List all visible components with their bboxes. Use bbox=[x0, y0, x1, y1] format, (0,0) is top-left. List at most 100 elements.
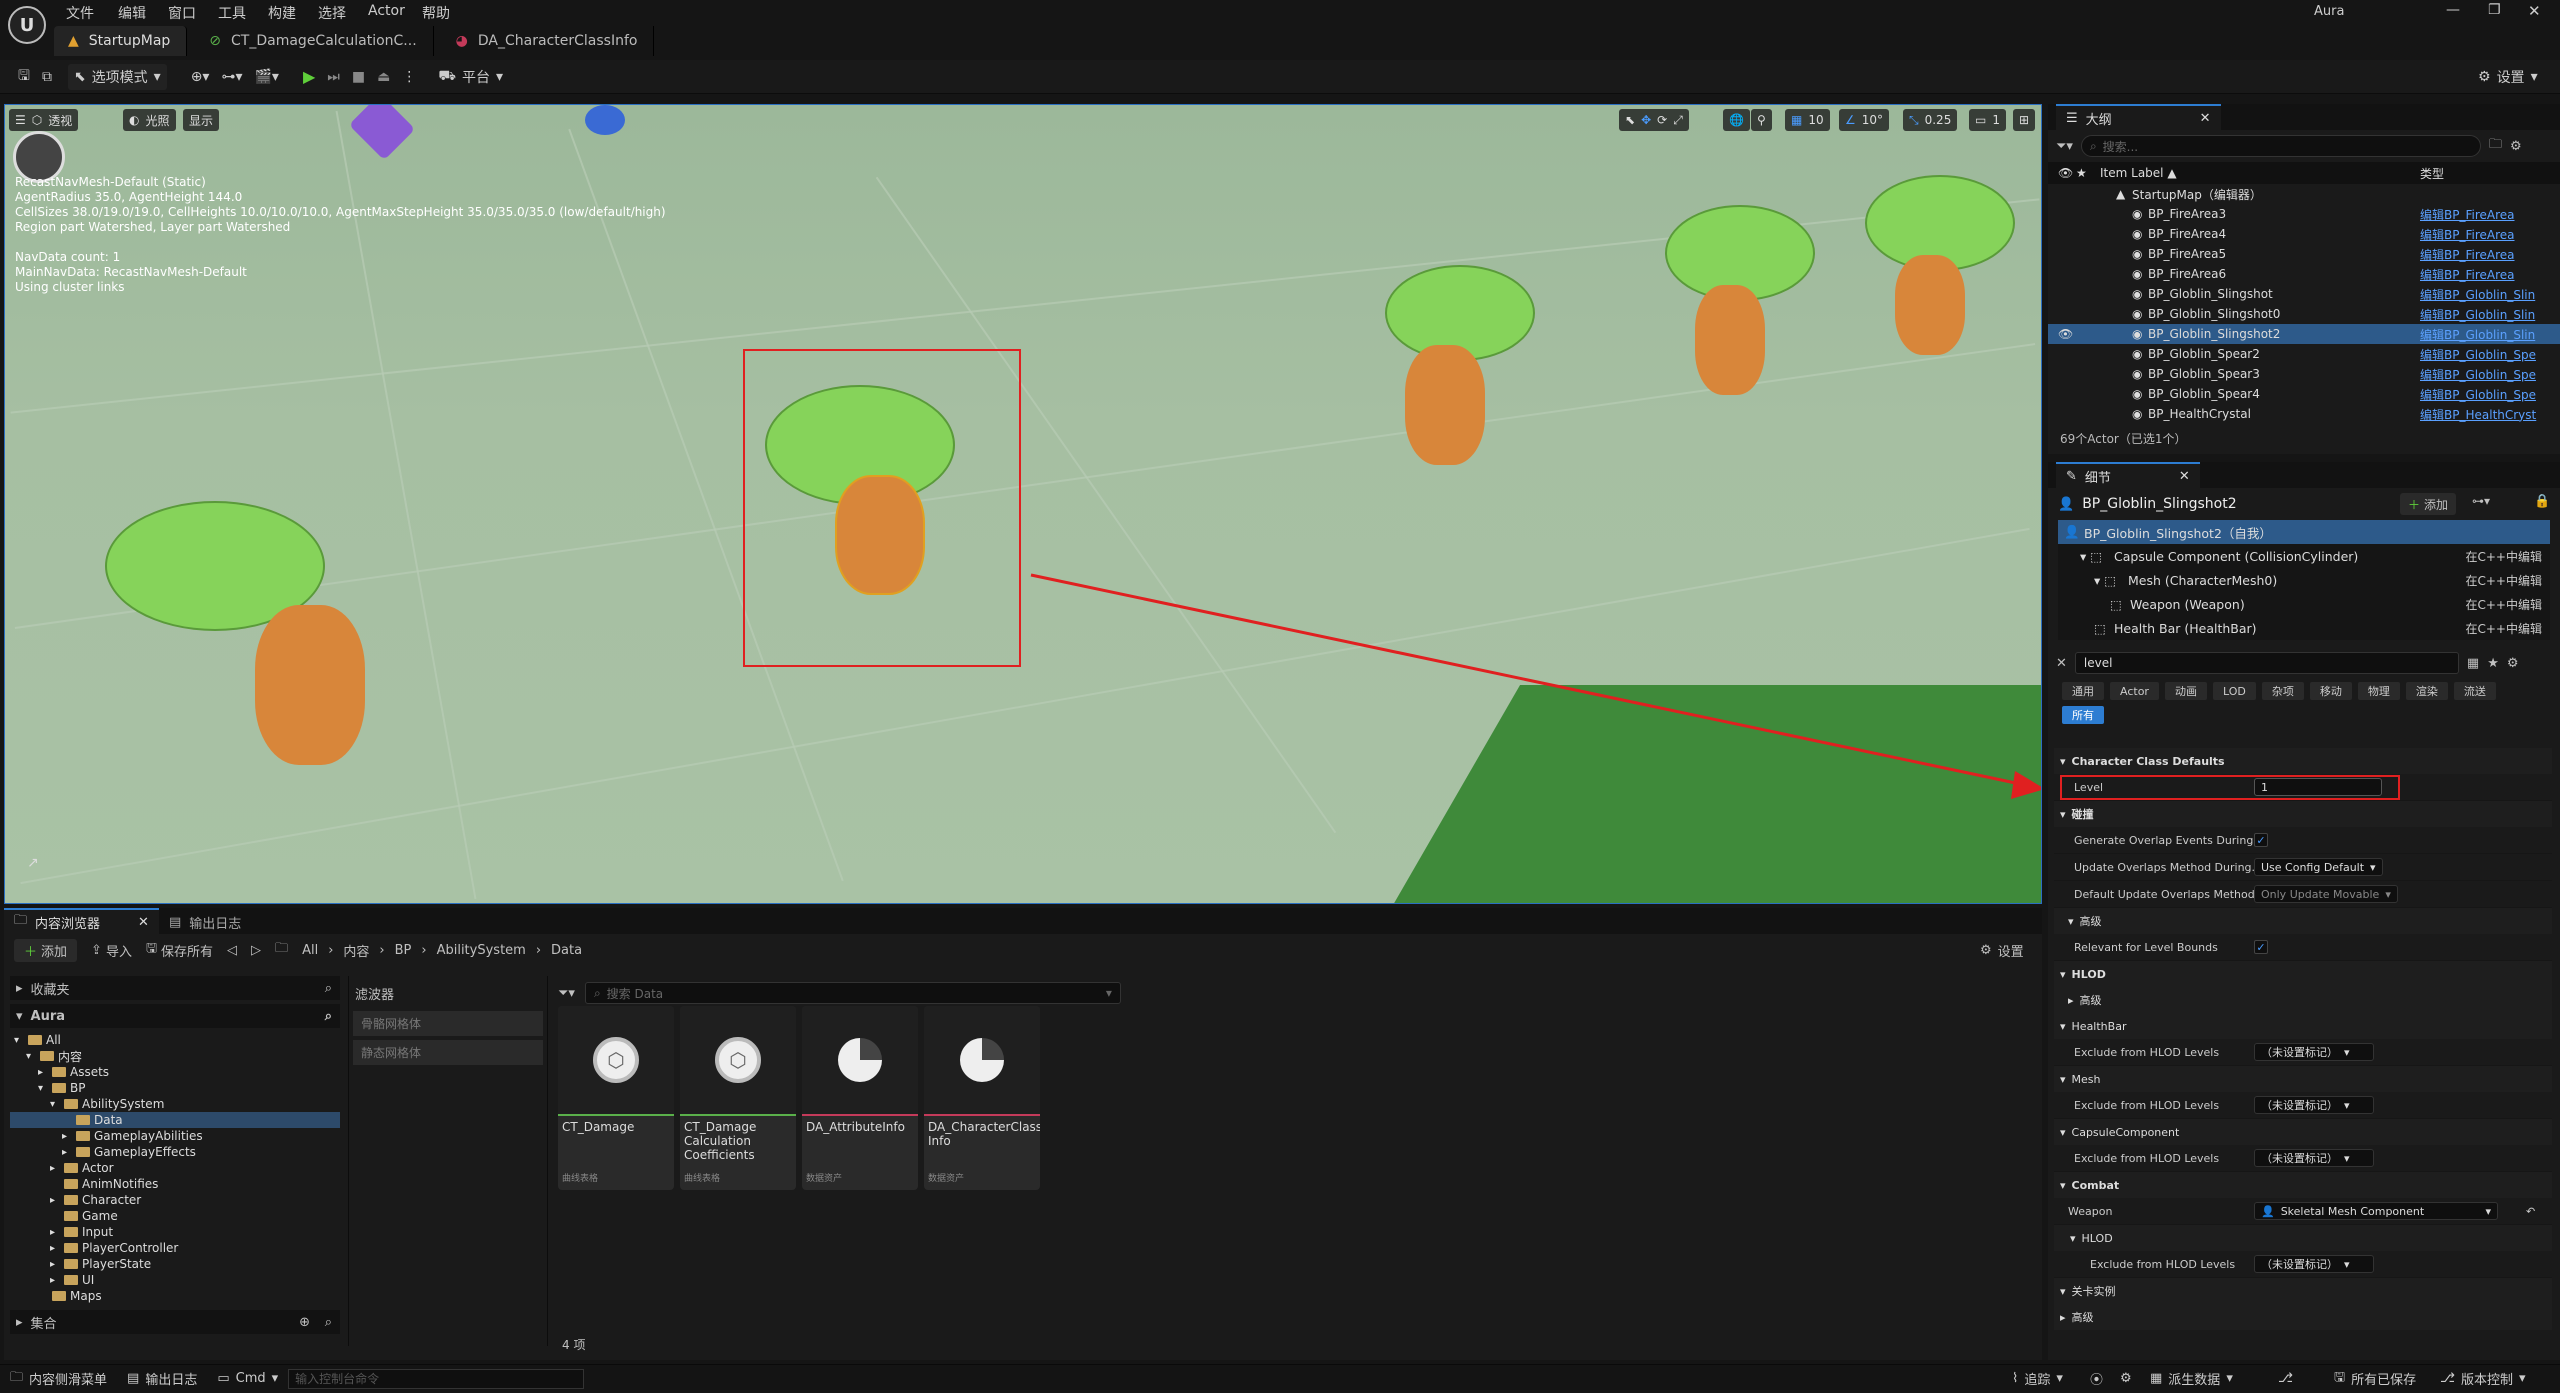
expand-icon[interactable]: ▸ bbox=[50, 1259, 60, 1270]
tree-folder[interactable]: Maps bbox=[10, 1288, 340, 1304]
history-back-icon[interactable]: ◁ bbox=[227, 943, 237, 958]
import-button[interactable]: ⇪ 导入 bbox=[91, 941, 132, 960]
outliner-root[interactable]: ▲ StartupMap（编辑器） bbox=[2048, 184, 2560, 204]
version-control-button[interactable]: ⎇ 版本控制 ▾ bbox=[2430, 1365, 2536, 1393]
expand-icon[interactable]: ▸ bbox=[62, 1131, 72, 1142]
component-row[interactable]: ▾ ⬚ Capsule Component (CollisionCylinder)… bbox=[2058, 544, 2550, 568]
outliner-search[interactable]: ⌕ 搜索... bbox=[2080, 135, 2481, 157]
asset-tile[interactable]: ⬡ CT_Damage Calculation Coefficients 曲线表格 bbox=[680, 1006, 796, 1190]
expand-icon[interactable]: ▾ bbox=[50, 1099, 60, 1110]
filter-button[interactable]: 物理 bbox=[2357, 682, 2400, 700]
cinematics-icon[interactable]: 🎬▾ bbox=[249, 64, 285, 90]
gear-icon[interactable]: ⚙ bbox=[2510, 139, 2522, 154]
source-control-icon[interactable]: ⎇ bbox=[2268, 1365, 2303, 1393]
outliner-row[interactable]: ◉ BP_Globlin_Spear3 编辑BP_Globlin_Spe bbox=[2048, 364, 2560, 384]
relevant-bounds-checkbox[interactable]: ✓ bbox=[2254, 940, 2268, 954]
section-combat[interactable]: ▾ Combat bbox=[2054, 1172, 2552, 1198]
filter-icon[interactable]: ⏷▾ bbox=[558, 986, 575, 1001]
asset-tile[interactable]: ⬡ CT_Damage 曲线表格 bbox=[558, 1006, 674, 1190]
close-icon[interactable]: ✕ bbox=[2200, 111, 2211, 126]
filter-button[interactable]: 所有 bbox=[2062, 706, 2104, 724]
tree-folder[interactable]: AnimNotifies bbox=[10, 1176, 340, 1192]
star-icon[interactable]: ★ bbox=[2487, 656, 2499, 671]
filter-button[interactable]: 流送 bbox=[2453, 682, 2496, 700]
cmd-dropdown[interactable]: ▭ Cmd ▾ bbox=[207, 1365, 288, 1393]
menu-help[interactable]: 帮助 bbox=[422, 3, 450, 23]
save-icon[interactable]: 🖫 bbox=[12, 64, 36, 90]
asset-search[interactable]: ⌕ 搜索 Data ▾ bbox=[584, 982, 1121, 1004]
save-all-button[interactable]: 🖫 保存所有 bbox=[146, 939, 213, 961]
row-type-link[interactable]: 编辑BP_FireArea bbox=[2420, 226, 2540, 243]
close-icon[interactable]: ✕ bbox=[138, 915, 149, 930]
tab-curve-table[interactable]: ⊘ CT_DamageCalculationC... bbox=[187, 26, 434, 56]
tree-folder[interactable]: ▸ Character bbox=[10, 1192, 340, 1208]
expand-icon[interactable]: ▾ bbox=[38, 1083, 48, 1094]
row-type-link[interactable]: 编辑BP_FireArea bbox=[2420, 206, 2540, 223]
filter-button[interactable]: 通用 bbox=[2062, 682, 2104, 700]
filter-skeletal-mesh[interactable]: 骨骼网格体 bbox=[353, 1011, 543, 1036]
exclude-hlod-dropdown[interactable]: （未设置标记） ▾ bbox=[2254, 1149, 2374, 1167]
stop-icon[interactable]: ■ bbox=[346, 64, 371, 90]
breadcrumb-item[interactable]: BP bbox=[395, 943, 412, 958]
outliner-row[interactable]: ◉ BP_Globlin_Slingshot0 编辑BP_Globlin_Slin bbox=[2048, 304, 2560, 324]
edit-in-cpp-link[interactable]: 在C++中编辑 bbox=[2466, 548, 2543, 565]
minimize-icon[interactable]: — bbox=[2446, 2, 2460, 18]
close-icon[interactable]: ✕ bbox=[2528, 2, 2541, 20]
console-input[interactable]: 输入控制台命令 bbox=[288, 1368, 585, 1389]
add-button[interactable]: ＋添加 bbox=[14, 938, 78, 962]
tree-folder[interactable]: ▾ All bbox=[10, 1032, 340, 1048]
expand-icon[interactable]: ▸ bbox=[50, 1163, 60, 1174]
add-actor-icon[interactable]: ⊕▾ bbox=[185, 64, 216, 90]
browse-icon[interactable]: ⧉ bbox=[36, 64, 58, 90]
tree-folder[interactable]: Data bbox=[10, 1112, 340, 1128]
section-advanced-3[interactable]: ▸ 高级 bbox=[2054, 1304, 2552, 1330]
mode-dropdown[interactable]: ⬉ 选项模式 ▾ bbox=[67, 63, 167, 90]
visibility-icon[interactable]: 👁 bbox=[2058, 327, 2073, 341]
column-label[interactable]: Item Label ▲ bbox=[2100, 166, 2177, 180]
lock-icon[interactable]: 🔒 bbox=[2534, 494, 2550, 509]
tree-folder[interactable]: ▸ PlayerState bbox=[10, 1256, 340, 1272]
tree-folder[interactable]: ▸ Assets bbox=[10, 1064, 340, 1080]
row-type-link[interactable]: 编辑BP_HealthCryst bbox=[2420, 406, 2540, 423]
asset-tile[interactable]: DA_AttributeInfo 数据资产 bbox=[802, 1006, 918, 1190]
filter-button[interactable]: 渲染 bbox=[2405, 682, 2448, 700]
menu-file[interactable]: 文件 bbox=[66, 3, 94, 23]
row-type-link[interactable]: 编辑BP_Globlin_Slin bbox=[2420, 306, 2540, 323]
output-log-button[interactable]: ▤ 输出日志 bbox=[117, 1365, 207, 1393]
row-type-link[interactable]: 编辑BP_FireArea bbox=[2420, 266, 2540, 283]
more-icon[interactable]: ⋮ bbox=[396, 64, 422, 90]
outliner-row[interactable]: ◉ BP_FireArea3 编辑BP_FireArea bbox=[2048, 204, 2560, 224]
expand-icon[interactable]: ▾ bbox=[26, 1051, 36, 1062]
history-forward-icon[interactable]: ▷ bbox=[251, 943, 261, 958]
menu-select[interactable]: 选择 bbox=[318, 3, 346, 23]
section-collision[interactable]: ▾ 碰撞 bbox=[2054, 801, 2552, 827]
row-type-link[interactable]: 编辑BP_FireArea bbox=[2420, 246, 2540, 263]
tree-folder[interactable]: ▾ 内容 bbox=[10, 1048, 340, 1064]
section-level-instance[interactable]: ▾ 关卡实例 bbox=[2054, 1278, 2552, 1304]
tree-folder[interactable]: ▸ GameplayEffects bbox=[10, 1144, 340, 1160]
outliner-row[interactable]: ◉ BP_HealthCrystal 编辑BP_HealthCryst bbox=[2048, 404, 2560, 424]
section-healthbar[interactable]: ▾ HealthBar bbox=[2054, 1013, 2552, 1039]
exclude-hlod-dropdown[interactable]: （未设置标记） ▾ bbox=[2254, 1255, 2374, 1273]
tab-outliner[interactable]: ☰ 大纲 ✕ bbox=[2056, 104, 2221, 130]
collections-header[interactable]: ▸ 集合 ⊕ ⌕ bbox=[10, 1310, 340, 1334]
add-component-button[interactable]: ＋ 添加 bbox=[2400, 493, 2457, 515]
menu-tools[interactable]: 工具 bbox=[218, 3, 246, 23]
section-capsule[interactable]: ▾ CapsuleComponent bbox=[2054, 1119, 2552, 1145]
settings-button[interactable]: ⚙ 设置 ▾ bbox=[2472, 64, 2544, 90]
breadcrumb-item[interactable]: Data bbox=[551, 943, 582, 958]
row-type-link[interactable]: 编辑BP_Globlin_Spe bbox=[2420, 346, 2540, 363]
filter-button[interactable]: Actor bbox=[2110, 682, 2159, 700]
exclude-hlod-dropdown[interactable]: （未设置标记） ▾ bbox=[2254, 1096, 2374, 1114]
menu-edit[interactable]: 编辑 bbox=[118, 3, 146, 23]
expand-icon[interactable]: ▸ bbox=[62, 1147, 72, 1158]
component-row[interactable]: 👤 BP_Globlin_Slingshot2（自我） bbox=[2058, 520, 2550, 544]
section-advanced-2[interactable]: ▸ 高级 bbox=[2054, 987, 2552, 1013]
generate-overlap-checkbox[interactable]: ✓ bbox=[2254, 833, 2268, 847]
column-type[interactable]: 类型 bbox=[2420, 165, 2444, 182]
tab-startupmap[interactable]: ▲ StartupMap bbox=[54, 26, 188, 56]
section-hlod[interactable]: ▾ HLOD bbox=[2054, 961, 2552, 987]
tree-folder[interactable]: ▾ BP bbox=[10, 1080, 340, 1096]
menu-build[interactable]: 构建 bbox=[268, 3, 296, 23]
grid-view-icon[interactable]: ▦ bbox=[2467, 656, 2479, 671]
